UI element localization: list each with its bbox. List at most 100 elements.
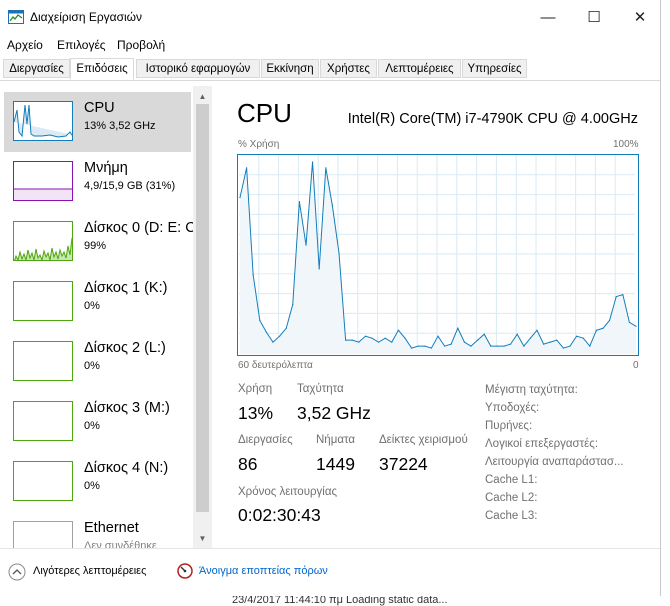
usage-point <box>635 325 637 327</box>
usage-point <box>615 295 617 298</box>
usage-point <box>589 345 591 347</box>
minimize-button[interactable]: — <box>526 4 570 30</box>
sidebar-item-disk-1[interactable]: Δίσκος 1 (K:) 0% <box>4 272 191 332</box>
sidebar-scrollbar[interactable]: ▲ ▼ <box>193 86 212 548</box>
title-bar[interactable]: Διαχείριση Εργασιών — ☐ ✕ <box>0 0 660 34</box>
sidebar-item-label: Μνήμη <box>84 160 128 176</box>
usage-point <box>483 333 485 335</box>
sidebar-item-value: Δεν συνδέθηκε <box>84 540 157 548</box>
sidebar-item-label: Δίσκος 1 (K:) <box>84 280 168 296</box>
tab-users[interactable]: Χρήστες <box>320 59 377 78</box>
usage-point <box>252 274 254 276</box>
tab-processes[interactable]: Διεργασίες <box>3 59 70 78</box>
scroll-down-arrow-icon[interactable]: ▼ <box>193 530 212 546</box>
usage-axis-label: % Χρήση <box>238 139 280 150</box>
tab-bar: Διεργασίες Επιδόσεις Ιστορικό εφαρμογών … <box>0 58 660 81</box>
fewer-details-button[interactable]: Λιγότερες λεπτομέρειες <box>33 565 146 577</box>
speed-label: Ταχύτητα <box>297 383 344 395</box>
tab-app-history[interactable]: Ιστορικό εφαρμογών <box>136 59 260 78</box>
usage-point <box>331 204 333 207</box>
cpu-model-name: Intel(R) Core(TM) i7-4790K CPU @ 4.00GHz <box>347 111 638 127</box>
page-title: CPU <box>237 98 292 128</box>
usage-point <box>371 337 373 339</box>
tab-startup[interactable]: Εκκίνηση <box>261 59 319 78</box>
sidebar-item-value: 4,9/15,9 GB (31%) <box>84 180 176 192</box>
sidebar-item-ethernet[interactable]: Ethernet Δεν συνδέθηκε <box>4 512 191 548</box>
sidebar-item-disk-2[interactable]: Δίσκος 2 (L:) 0% <box>4 332 191 392</box>
usage-point <box>549 341 551 343</box>
scrollbar-thumb[interactable] <box>196 104 209 512</box>
sidebar-item-disk-0[interactable]: Δίσκος 0 (D: E: C 99% <box>4 212 196 272</box>
sidebar-item-value: 0% <box>84 300 100 312</box>
close-button[interactable]: ✕ <box>618 4 662 30</box>
disk1-thumbnail-graph <box>13 281 73 321</box>
usage-point <box>278 335 281 337</box>
sidebar-item-label: Δίσκος 2 (L:) <box>84 340 166 356</box>
cpu-thumbnail-graph <box>13 101 73 141</box>
tab-services[interactable]: Υπηρεσίες <box>462 59 527 78</box>
menu-options[interactable]: Επιλογές <box>57 38 106 52</box>
usage-point <box>457 327 459 329</box>
sidebar-item-value: 0% <box>84 480 100 492</box>
usage-point <box>608 319 611 321</box>
sidebar-item-label: Δίσκος 4 (N:) <box>84 460 169 476</box>
sidebar-item-value: 99% <box>84 240 107 252</box>
time-axis-label: 60 δευτερόλεπτα <box>238 360 313 371</box>
usage-point <box>239 196 241 199</box>
usage-point <box>430 347 432 349</box>
sidebar-item-disk-3[interactable]: Δίσκος 3 (M:) 0% <box>4 392 191 452</box>
processes-value: 86 <box>238 454 258 474</box>
usage-point <box>450 343 452 345</box>
usage-point <box>265 331 268 333</box>
window-title: Διαχείριση Εργασιών <box>30 10 143 24</box>
usage-label: Χρήση <box>238 383 273 395</box>
usage-point <box>259 319 261 321</box>
usage-point <box>298 200 300 203</box>
disk2-thumbnail-graph <box>13 341 73 381</box>
resource-monitor-icon[interactable] <box>177 563 193 579</box>
detail-sockets: Υποδοχές: <box>485 402 540 414</box>
usage-point <box>543 343 545 345</box>
usage-point <box>417 345 419 347</box>
usage-point <box>437 335 439 337</box>
usage-point <box>246 167 248 169</box>
disk4-thumbnail-graph <box>13 461 73 501</box>
disk0-thumbnail-graph <box>13 221 73 261</box>
scroll-up-arrow-icon[interactable]: ▲ <box>193 88 212 104</box>
usage-point <box>305 244 307 246</box>
max-axis-label: 100% <box>613 139 639 150</box>
menu-file[interactable]: Αρχείο <box>7 38 43 52</box>
menu-view[interactable]: Προβολή <box>117 38 165 52</box>
usage-point <box>470 345 472 347</box>
usage-point <box>285 327 287 329</box>
detail-max-speed: Μέγιστη ταχύτητα: <box>485 384 578 396</box>
detail-cores: Πυρήνες: <box>485 420 533 432</box>
usage-point <box>496 345 498 347</box>
footer-bar: Λιγότερες λεπτομέρειες Άνοιγμα εποπτείας… <box>0 548 660 596</box>
tab-performance[interactable]: Επιδόσεις <box>70 58 134 80</box>
sidebar-item-memory[interactable]: Μνήμη 4,9/15,9 GB (31%) <box>4 152 191 212</box>
sidebar-item-disk-4[interactable]: Δίσκος 4 (N:) 0% <box>4 452 191 512</box>
detail-virtualization: Λειτουργία αναπαράστασ... <box>485 456 624 468</box>
detail-cache-l1: Cache L1: <box>485 474 538 486</box>
usage-point <box>523 345 525 347</box>
tab-details[interactable]: Λεπτομέρειες <box>378 59 461 78</box>
usage-area <box>239 161 637 355</box>
open-resource-monitor-link[interactable]: Άνοιγμα εποπτείας πόρων <box>199 565 328 577</box>
sidebar-item-label: CPU <box>84 100 115 116</box>
speed-value: 3,52 GHz <box>297 403 371 423</box>
threads-value: 1449 <box>316 454 355 474</box>
ethernet-thumbnail-graph <box>13 521 73 548</box>
chevron-up-icon[interactable] <box>8 563 26 581</box>
min-axis-label: 0 <box>633 360 639 371</box>
maximize-button[interactable]: ☐ <box>572 4 616 30</box>
disk3-thumbnail-graph <box>13 401 73 441</box>
usage-point <box>576 335 578 337</box>
usage-point <box>358 341 360 343</box>
usage-point <box>397 329 399 331</box>
detail-cache-l2: Cache L2: <box>485 492 538 504</box>
usage-point <box>463 341 466 343</box>
usage-point <box>292 303 294 306</box>
usage-point <box>384 337 386 339</box>
sidebar-item-cpu[interactable]: CPU 13% 3,52 GHz <box>4 92 191 152</box>
